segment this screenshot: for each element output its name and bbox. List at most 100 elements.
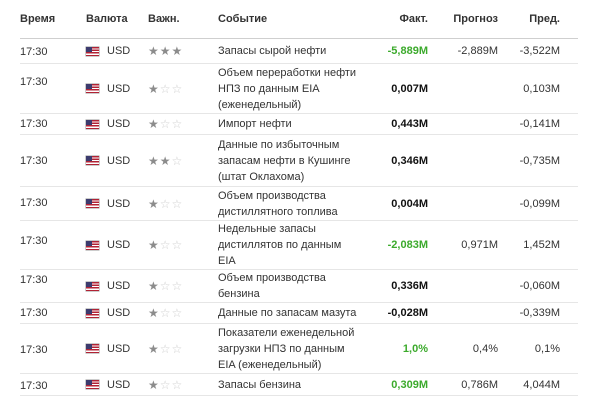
importance-rating: ★☆☆: [148, 197, 183, 211]
event-currency: USD: [86, 38, 148, 64]
forecast-value: [428, 186, 498, 221]
event-currency: USD: [86, 113, 148, 135]
star-empty-icon: ☆: [171, 81, 184, 96]
col-previous-header[interactable]: Пред.: [498, 0, 578, 39]
event-time: 17:30: [20, 38, 86, 64]
event-currency: USD: [86, 269, 148, 303]
star-empty-icon: ☆: [159, 377, 172, 392]
event-currency: USD: [86, 220, 148, 270]
currency-code: USD: [107, 45, 131, 57]
table-row[interactable]: 17:30 USD ★☆☆ Импорт нефти 0,443M -0,141M: [20, 113, 578, 135]
currency-cell: USD: [86, 379, 148, 391]
star-empty-icon: ☆: [159, 341, 172, 356]
currency-code: USD: [107, 378, 131, 391]
currency-cell: USD: [86, 307, 148, 319]
us-flag-icon: [86, 46, 99, 56]
event-time: 17:30: [20, 220, 86, 270]
economic-calendar: Время Валюта Важн. Событие Факт. Прогноз…: [20, 0, 578, 396]
event-time-text: 17:30: [20, 344, 48, 356]
table-row[interactable]: 17:30 USD ★☆☆ Недельные запасы дистиллятов …: [20, 220, 578, 270]
table-row[interactable]: 17:30 USD ★☆☆ Объем производства бензина 0,3…: [20, 269, 578, 303]
calendar-table: Время Валюта Важн. Событие Факт. Прогноз…: [20, 0, 578, 396]
previous-value: -0,099M: [498, 186, 578, 221]
table-row[interactable]: 17:30 USD ★☆☆ Объем производства дистиллятн…: [20, 186, 578, 221]
importance-rating: ★☆☆: [148, 279, 183, 293]
star-filled-icon: ★: [148, 341, 160, 356]
previous-value: 1,452M: [498, 220, 578, 270]
importance-rating: ★☆☆: [148, 117, 183, 131]
event-time: 17:30: [20, 373, 86, 396]
col-forecast-header[interactable]: Прогноз: [428, 0, 498, 39]
star-empty-icon: ☆: [159, 81, 172, 96]
star-filled-icon: ★: [148, 377, 160, 392]
actual-value: -2,083M: [368, 220, 428, 270]
event-time: 17:30: [20, 186, 86, 221]
table-row[interactable]: 17:30 USD ★★☆ Данные по избыточным запасам …: [20, 134, 578, 187]
table-row[interactable]: 17:30 USD ★☆☆ Запасы бензина 0,309M 0,786M 4,0…: [20, 373, 578, 396]
star-empty-icon: ☆: [171, 377, 184, 392]
currency-code: USD: [107, 280, 131, 292]
us-flag-icon: [86, 308, 99, 318]
importance-rating: ★☆☆: [148, 82, 183, 96]
us-flag-icon: [86, 344, 99, 353]
importance-stars: ★★☆: [148, 134, 218, 187]
importance-rating: ★☆☆: [148, 378, 183, 392]
actual-value: 0,346M: [368, 134, 428, 187]
col-event-header[interactable]: Событие: [218, 0, 368, 39]
col-time-header[interactable]: Время: [20, 0, 86, 39]
table-row[interactable]: 17:30 USD ★☆☆ Данные по запасам мазута -0,02…: [20, 302, 578, 324]
importance-rating: ★★★: [148, 44, 183, 58]
event-name-link[interactable]: Запасы бензина: [218, 377, 368, 393]
col-actual-header[interactable]: Факт.: [368, 0, 428, 39]
event-name-link[interactable]: Показатели еженедельной загрузки НПЗ по …: [218, 325, 368, 373]
table-row[interactable]: 17:30 USD ★★★ Запасы сырой нефти -5,889M -2,8…: [20, 38, 578, 64]
importance-stars: ★☆☆: [148, 373, 218, 396]
event-name-link[interactable]: Объем переработки нефти НПЗ по данным EI…: [218, 65, 368, 113]
forecast-value: 0,971M: [428, 220, 498, 270]
currency-cell: USD: [86, 155, 148, 167]
previous-value: -0,141M: [498, 113, 578, 135]
actual-value: -0,028M: [368, 302, 428, 324]
event-name-link[interactable]: Объем производства дистиллятного топлива: [218, 188, 368, 220]
forecast-value: 0,4%: [428, 323, 498, 374]
event-name-link[interactable]: Запасы сырой нефти: [218, 43, 368, 59]
event-name-cell: Объем переработки нефти НПЗ по данным EI…: [218, 63, 368, 114]
actual-value: 0,336M: [368, 269, 428, 303]
star-filled-icon: ★: [148, 306, 160, 320]
event-time: 17:30: [20, 113, 86, 135]
importance-stars: ★☆☆: [148, 220, 218, 270]
currency-code: USD: [107, 82, 131, 95]
table-row[interactable]: 17:30 USD ★☆☆ Показатели еженедельной загру…: [20, 323, 578, 374]
col-importance-header[interactable]: Важн.: [148, 0, 218, 39]
star-filled-icon: ★: [148, 153, 160, 168]
star-empty-icon: ☆: [171, 341, 184, 356]
table-row[interactable]: 17:30 USD ★☆☆ Объем переработки нефти НПЗ п…: [20, 63, 578, 114]
importance-rating: ★☆☆: [148, 238, 183, 252]
event-name-link[interactable]: Импорт нефти: [218, 116, 368, 132]
forecast-value: -2,889M: [428, 38, 498, 64]
event-name-cell: Запасы бензина: [218, 373, 368, 396]
event-time-text: 17:30: [20, 76, 48, 88]
event-name-link[interactable]: Данные по избыточным запасам нефти в Куш…: [218, 137, 368, 185]
importance-rating: ★★☆: [148, 154, 183, 168]
us-flag-icon: [86, 156, 99, 165]
event-name-link[interactable]: Недельные запасы дистиллятов по данным E…: [218, 221, 368, 269]
col-currency-header[interactable]: Валюта: [86, 0, 148, 39]
currency-code: USD: [107, 118, 131, 130]
event-name-link[interactable]: Объем производства бензина: [218, 270, 368, 302]
importance-stars: ★☆☆: [148, 323, 218, 374]
event-currency: USD: [86, 134, 148, 187]
event-name-cell: Объем производства дистиллятного топлива: [218, 186, 368, 221]
event-time-text: 17:30: [20, 307, 48, 319]
star-filled-icon: ★: [148, 196, 160, 211]
us-flag-icon: [86, 119, 99, 129]
importance-stars: ★☆☆: [148, 269, 218, 303]
event-currency: USD: [86, 186, 148, 221]
event-name-cell: Недельные запасы дистиллятов по данным E…: [218, 220, 368, 270]
actual-value: -5,889M: [368, 38, 428, 64]
event-name-link[interactable]: Данные по запасам мазута: [218, 305, 368, 321]
event-time-text: 17:30: [20, 197, 48, 209]
star-empty-icon: ☆: [171, 279, 184, 293]
star-filled-icon: ★: [148, 238, 160, 252]
currency-code: USD: [107, 197, 131, 210]
